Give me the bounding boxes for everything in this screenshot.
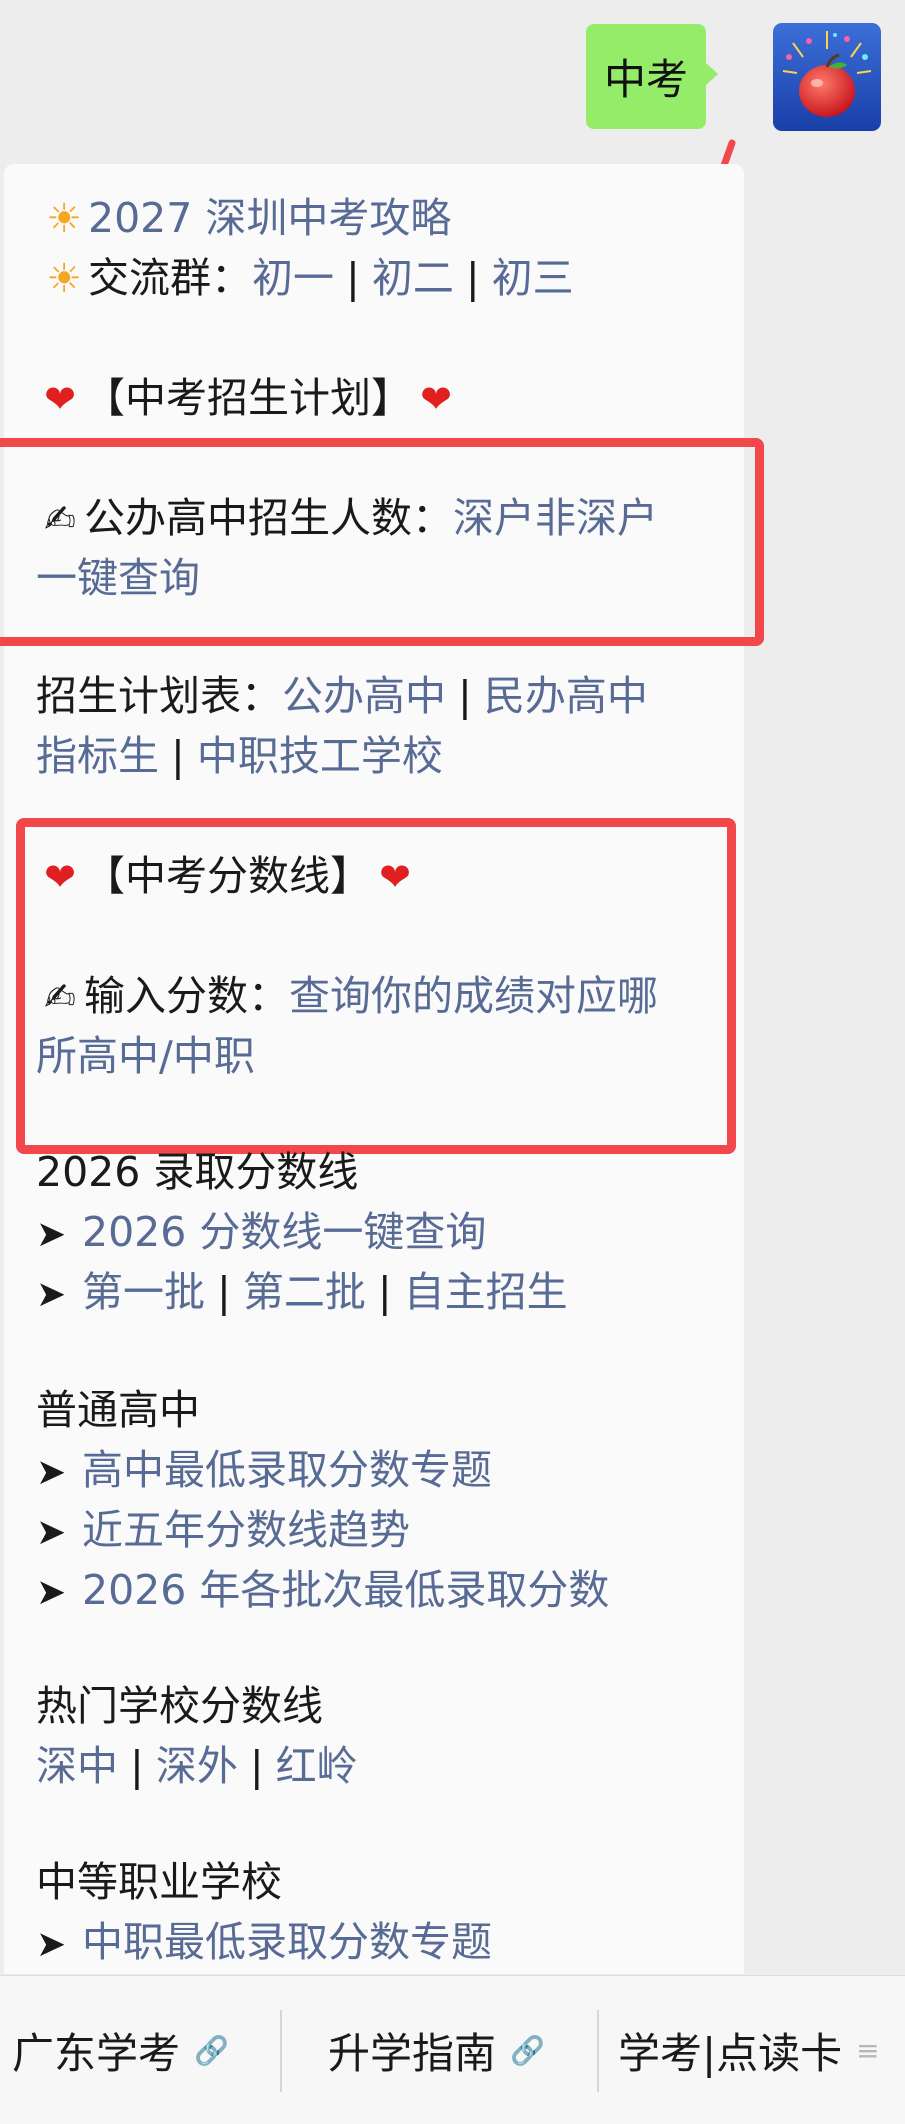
batch-link-3[interactable]: 自主招生 (404, 1268, 568, 1316)
heart-icon: ❤ (420, 377, 452, 421)
separator: | (217, 1268, 231, 1316)
hot-heading-text: 热门学校分数线 (36, 1682, 323, 1730)
hot-link-2[interactable]: 深外 (156, 1742, 238, 1790)
section-2-heading: ❤ 【中考分数线】 ❤ (36, 846, 419, 907)
ordinary-link-2[interactable]: 近五年分数线趋势 (82, 1506, 410, 1554)
heart-icon: ❤ (379, 855, 411, 899)
batch-line: ➤ 第一批 | 第二批 | 自主招生 (36, 1262, 568, 1325)
public-count-line: ✍ 公办高中招生人数：深户非深户 (36, 488, 658, 549)
sun-icon: ☀ (46, 256, 82, 302)
input-score-line-2: 所高中/中职 (36, 1026, 255, 1086)
plan-label: 招生计划表： (36, 672, 282, 720)
sun-icon: ☀ (46, 196, 82, 242)
plan-link-1[interactable]: 公办高中 (282, 672, 446, 720)
vocational-heading: 中等职业学校 (36, 1852, 282, 1912)
luqu-link[interactable]: 2026 分数线一键查询 (82, 1208, 486, 1256)
arrow-right-icon: ➤ (36, 1512, 67, 1553)
group-link-1[interactable]: 初一 (252, 254, 334, 302)
writing-hand-icon: ✍ (44, 497, 76, 541)
group-label: 交流群： (88, 254, 252, 302)
hot-link-1[interactable]: 深中 (36, 1742, 118, 1790)
hot-heading: 热门学校分数线 (36, 1676, 323, 1736)
public-count-line-2: 一键查询 (36, 548, 200, 608)
separator: | (458, 672, 472, 720)
heart-icon: ❤ (44, 855, 76, 899)
separator: | (171, 732, 185, 780)
menu-item-guide[interactable]: 升学指南 🔗 (328, 1976, 545, 2124)
title-line: ☀ 2027 深圳中考攻略 (40, 188, 451, 249)
vocational-line: ➤ 中职最低录取分数专题 (36, 1912, 492, 1975)
section-1-heading: ❤ 【中考招生计划】 ❤ (36, 368, 460, 429)
ordinary-heading: 普通高中 (36, 1380, 200, 1440)
separator: | (465, 254, 480, 302)
bottom-menu-bar: 广东学考 🔗 升学指南 🔗 学考|点读卡 ≡ (0, 1975, 905, 2124)
group-link-3[interactable]: 初三 (492, 254, 574, 302)
hot-line: 深中 | 深外 | 红岭 (36, 1736, 358, 1796)
arrow-right-icon: ➤ (36, 1214, 67, 1255)
arrow-right-icon: ➤ (36, 1572, 67, 1613)
hamburger-icon: ≡ (856, 2033, 880, 2067)
plan-line-2: 指标生 | 中职技工学校 (36, 726, 443, 786)
separator: | (377, 1268, 392, 1316)
ordinary-line-2: ➤ 近五年分数线趋势 (36, 1500, 410, 1563)
user-avatar[interactable] (773, 23, 881, 131)
arrow-right-icon: ➤ (36, 1924, 67, 1965)
vocational-heading-text: 中等职业学校 (36, 1858, 282, 1906)
luqu-heading: 2026 录取分数线 (36, 1142, 358, 1202)
title-link[interactable]: 2027 深圳中考攻略 (88, 194, 451, 242)
menu-item-guangdong[interactable]: 广东学考 🔗 (12, 1976, 229, 2124)
menu-divider (597, 2010, 599, 2092)
plan-link-3[interactable]: 指标生 (36, 732, 159, 780)
luqu-heading-text: 2026 录取分数线 (36, 1148, 359, 1196)
separator: | (130, 1742, 144, 1790)
menu-item-label: 升学指南 (328, 2028, 497, 2078)
ordinary-link-1[interactable]: 高中最低录取分数专题 (82, 1446, 492, 1494)
group-link-2[interactable]: 初二 (372, 254, 454, 302)
group-line: ☀ 交流群：初一 | 初二 | 初三 (40, 248, 574, 309)
section-1-title: 【中考招生计划】 (84, 374, 412, 422)
menu-divider (280, 2010, 282, 2092)
link-icon: 🔗 (510, 2033, 545, 2067)
ordinary-line-1: ➤ 高中最低录取分数专题 (36, 1440, 492, 1503)
ordinary-heading-text: 普通高中 (36, 1386, 200, 1434)
apple-avatar-icon (773, 23, 881, 131)
plan-link-2[interactable]: 民办高中 (484, 672, 648, 720)
menu-item-label: 广东学考 (12, 2028, 181, 2078)
arrow-right-icon: ➤ (36, 1274, 67, 1315)
input-score-line: ✍ 输入分数：查询你的成绩对应哪 (36, 966, 658, 1027)
plan-line: 招生计划表：公办高中 | 民办高中 (36, 666, 648, 726)
separator: | (249, 1742, 264, 1790)
public-link-1[interactable]: 深户非深户 (453, 494, 658, 542)
link-icon: 🔗 (194, 2033, 229, 2067)
input-link-2[interactable]: 所高中/中职 (36, 1032, 255, 1080)
luqu-link-line: ➤ 2026 分数线一键查询 (36, 1202, 486, 1265)
public-link-2[interactable]: 一键查询 (36, 554, 200, 602)
menu-item-label: 学考|点读卡 (618, 2028, 843, 2078)
ordinary-link-3[interactable]: 2026 年各批次最低录取分数 (82, 1566, 609, 1614)
batch-link-2[interactable]: 第二批 (243, 1268, 366, 1316)
user-message-text: 中考 (603, 55, 688, 104)
input-link-1[interactable]: 查询你的成绩对应哪 (289, 972, 658, 1020)
input-label: 输入分数： (84, 972, 289, 1020)
separator: | (346, 254, 360, 302)
menu-item-reading-card[interactable]: 学考|点读卡 ≡ (618, 1976, 880, 2124)
heart-icon: ❤ (44, 377, 76, 421)
hot-link-3[interactable]: 红岭 (276, 1742, 358, 1790)
section-2-title: 【中考分数线】 (84, 852, 371, 900)
ordinary-line-3: ➤ 2026 年各批次最低录取分数 (36, 1560, 609, 1623)
arrow-right-icon: ➤ (36, 1452, 67, 1493)
user-message-bubble: 中考 (586, 24, 718, 129)
vocational-link[interactable]: 中职最低录取分数专题 (82, 1918, 492, 1966)
writing-hand-icon: ✍ (44, 975, 76, 1019)
batch-link-1[interactable]: 第一批 (82, 1268, 205, 1316)
plan-link-4[interactable]: 中职技工学校 (197, 732, 443, 780)
public-label: 公办高中招生人数： (84, 494, 453, 542)
